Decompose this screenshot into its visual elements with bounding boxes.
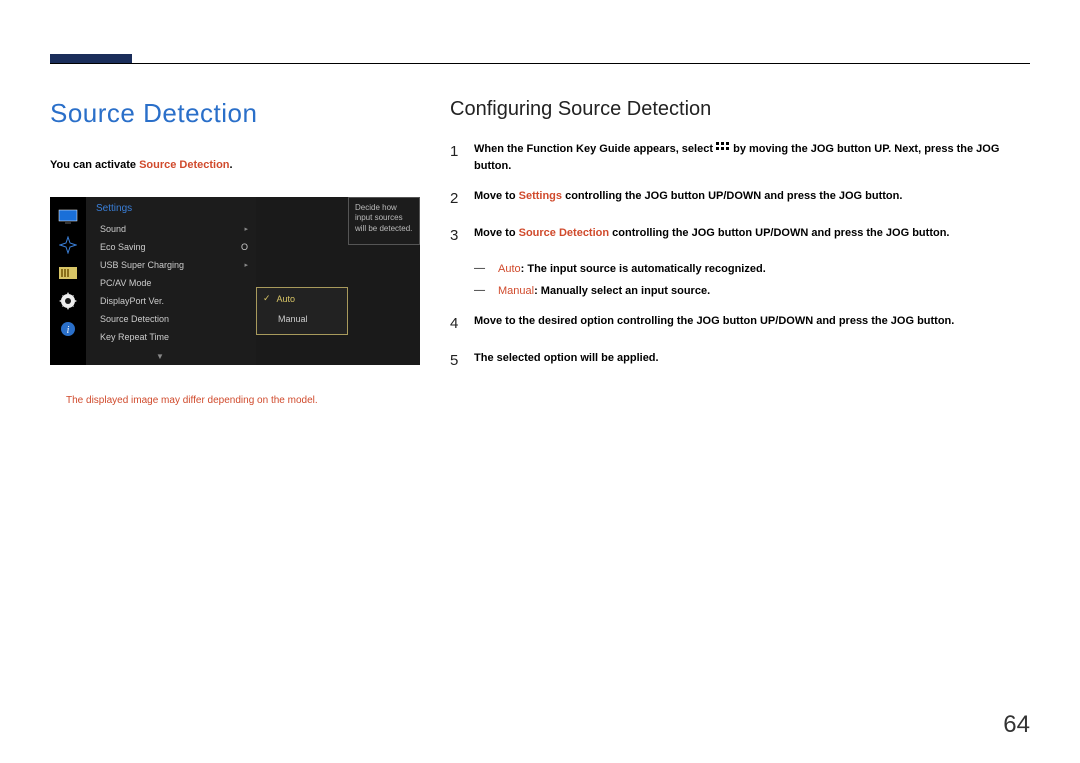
- intro-highlight: Source Detection: [139, 159, 229, 171]
- osd-menu-panel: Settings Sound▸ Eco SavingO USB Super Ch…: [86, 197, 256, 365]
- osd-item-eco: Eco SavingO: [96, 238, 256, 256]
- osd-item-sound: Sound▸: [96, 220, 256, 238]
- osd-item-pcav: PC/AV Mode: [96, 274, 256, 292]
- step-number: 2: [450, 188, 474, 211]
- intro-suffix: .: [230, 159, 233, 171]
- step-4: 4 Move to the desired option controlling…: [450, 313, 1030, 336]
- step-2: 2 Move to Settings controlling the JOG b…: [450, 188, 1030, 211]
- intro-text: You can activate Source Detection.: [50, 159, 420, 171]
- step-5: 5 The selected option will be applied.: [450, 350, 1030, 373]
- osd-icon-rail: i: [50, 197, 86, 365]
- step-number: 3: [450, 225, 474, 248]
- osd-item-usb: USB Super Charging▸: [96, 256, 256, 274]
- step-1: 1 When the Function Key Guide appears, s…: [450, 141, 1030, 174]
- scroll-down-indicator: ▼: [156, 352, 164, 361]
- left-column: Source Detection You can activate Source…: [50, 98, 420, 406]
- osd-tooltip: Decide how input sources will be detecte…: [348, 197, 420, 245]
- svg-text:i: i: [67, 325, 70, 336]
- osd-item-source: Source Detection: [96, 310, 256, 328]
- section-title: Source Detection: [50, 98, 420, 129]
- step-number: 5: [450, 350, 474, 373]
- bullet-auto: ‒‒ Auto: The input source is automatical…: [474, 261, 1030, 278]
- menu-grid-icon: [716, 141, 730, 158]
- step-number: 4: [450, 313, 474, 336]
- sparkle-icon: [56, 234, 80, 256]
- bars-icon: [56, 262, 80, 284]
- intro-prefix: You can activate: [50, 159, 139, 171]
- osd-item-keyrepeat: Key Repeat Time: [96, 328, 256, 346]
- osd-screenshot: i Settings Sound▸ Eco SavingO USB Super …: [50, 197, 420, 365]
- osd-sub-manual: Manual: [257, 309, 347, 329]
- step-3: 3 Move to Source Detection controlling t…: [450, 225, 1030, 248]
- info-icon: i: [56, 318, 80, 340]
- right-column: Configuring Source Detection 1 When the …: [450, 98, 1030, 386]
- check-icon: ✓: [263, 293, 271, 304]
- config-title: Configuring Source Detection: [450, 98, 1030, 121]
- gear-icon: [56, 290, 80, 312]
- disclaimer-text: The displayed image may differ depending…: [50, 395, 420, 406]
- osd-menu-title: Settings: [96, 203, 256, 214]
- osd-sub-auto: ✓ Auto: [257, 288, 347, 309]
- bullet-list: ‒‒ Auto: The input source is automatical…: [474, 261, 1030, 299]
- osd-right-stack: Decide how input sources will be detecte…: [256, 197, 420, 365]
- osd-submenu: ✓ Auto Manual: [256, 287, 348, 335]
- step-number: 1: [450, 141, 474, 164]
- monitor-icon: [56, 206, 80, 228]
- page-number: 64: [1003, 711, 1030, 739]
- bullet-manual: ‒‒ Manual: Manually select an input sour…: [474, 283, 1030, 300]
- header-divider: [50, 63, 1030, 64]
- osd-item-dp: DisplayPort Ver.: [96, 292, 256, 310]
